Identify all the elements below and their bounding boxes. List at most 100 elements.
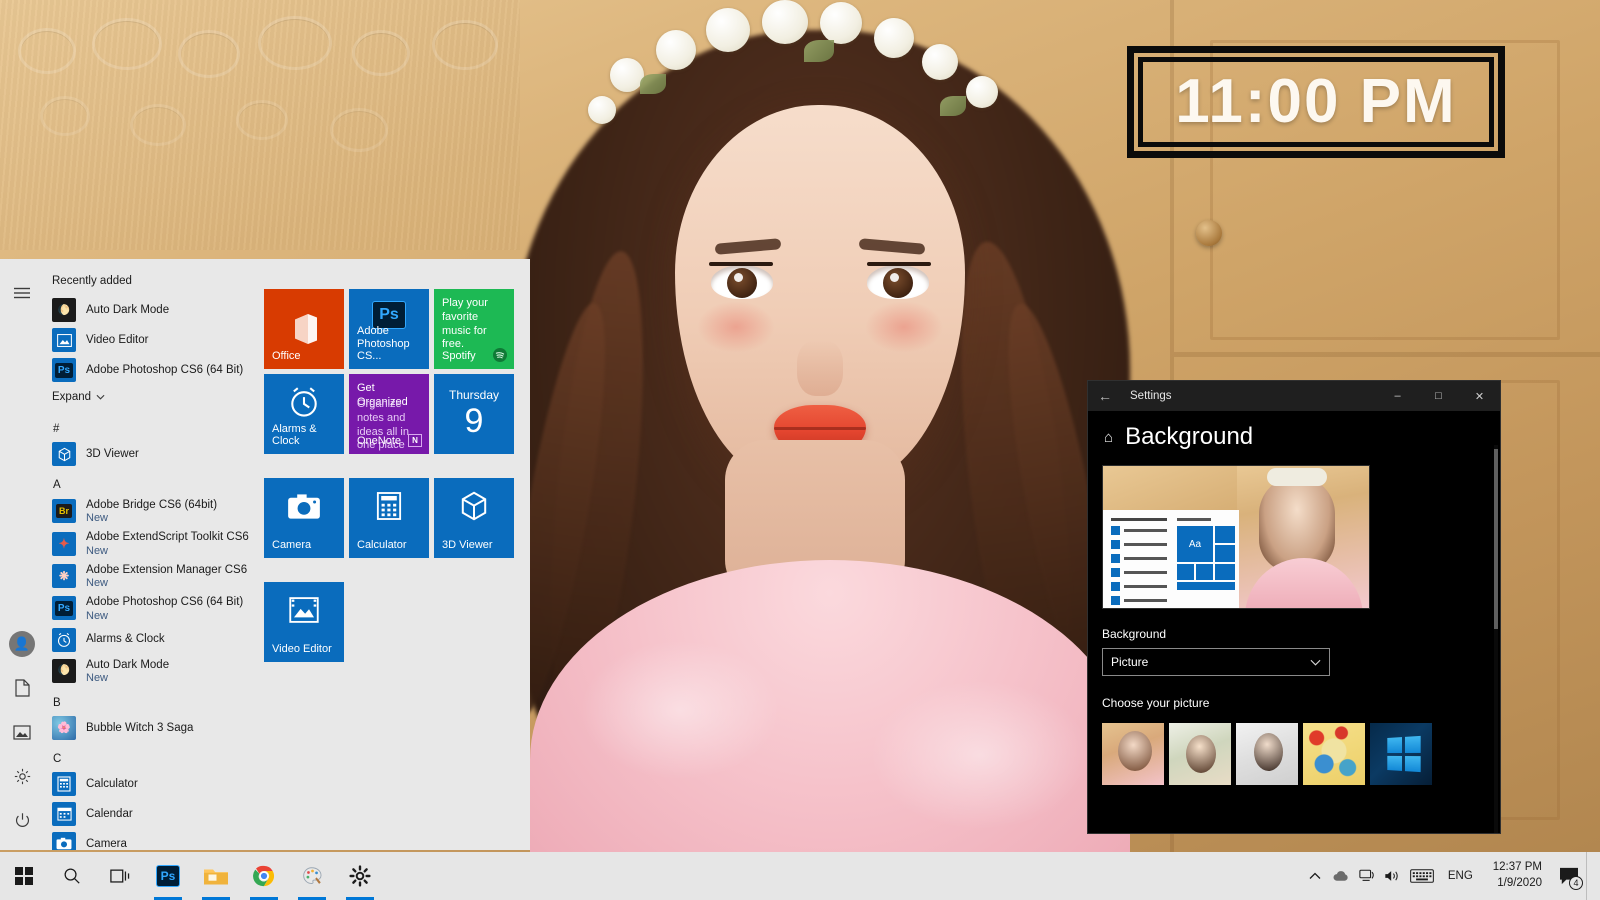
wall-swirl: [330, 108, 388, 152]
power-icon[interactable]: [0, 798, 44, 842]
tile-3d-viewer[interactable]: 3D Viewer: [434, 478, 514, 558]
tile-row: Camera Calculator 3D Viewer: [264, 478, 516, 558]
thumbnail-wallpaper-floral-art[interactable]: [1303, 723, 1365, 785]
settings-titlebar[interactable]: ← Settings – □ ✕: [1088, 381, 1500, 411]
network-icon[interactable]: [1354, 852, 1380, 900]
list-item[interactable]: Alarms & Clock: [44, 625, 262, 655]
list-item[interactable]: Video Editor: [44, 325, 262, 355]
camera-icon: [52, 831, 76, 850]
list-item[interactable]: ✦ Adobe ExtendScript Toolkit CS6 New: [44, 527, 262, 559]
list-item[interactable]: Br Adobe Bridge CS6 (64bit) New: [44, 495, 262, 527]
wall-swirl: [236, 100, 288, 140]
gear-icon[interactable]: [0, 754, 44, 798]
start-menu-tiles[interactable]: Office Ps Adobe Photoshop CS... Play you…: [262, 259, 530, 850]
alpha-heading[interactable]: #: [44, 413, 262, 439]
search-button[interactable]: [48, 852, 96, 900]
background-type-dropdown[interactable]: Picture: [1102, 648, 1330, 676]
start-menu-rail: 👤: [0, 259, 44, 850]
list-item[interactable]: 🌔 Auto Dark Mode: [44, 295, 262, 325]
list-item[interactable]: Camera: [44, 829, 262, 850]
task-view-button[interactable]: [96, 852, 144, 900]
tile-alarms-clock[interactable]: Alarms & Clock: [264, 374, 344, 454]
alpha-heading[interactable]: A: [44, 469, 262, 495]
tile-camera[interactable]: Camera: [264, 478, 344, 558]
picture-thumbnail-list: [1088, 717, 1500, 785]
speaker-icon[interactable]: [1380, 852, 1406, 900]
settings-body: ⌂ Background Aa Background Picture Choos…: [1088, 411, 1500, 833]
show-desktop-button[interactable]: [1586, 852, 1594, 900]
picture-icon[interactable]: [0, 710, 44, 754]
taskbar-app-paint[interactable]: [288, 852, 336, 900]
language-indicator[interactable]: ENG: [1438, 852, 1483, 900]
list-item[interactable]: Ps Adobe Photoshop CS6 (64 Bit): [44, 355, 262, 385]
start-menu-app-list[interactable]: Recently added 🌔 Auto Dark Mode Video Ed…: [44, 259, 262, 850]
taskbar[interactable]: Ps ENG 12:37 PM 1/9/2020 4: [0, 852, 1600, 900]
close-button[interactable]: ✕: [1459, 381, 1500, 411]
bubble-witch-icon: 🌸: [52, 715, 76, 740]
taskbar-app-photoshop[interactable]: Ps: [144, 852, 192, 900]
list-item-sub: New: [86, 609, 109, 622]
thumbnail-wallpaper-windows-default[interactable]: [1370, 723, 1432, 785]
list-item[interactable]: Calculator: [44, 769, 262, 799]
expand-button[interactable]: Expand: [44, 385, 262, 413]
preview-photo: [1237, 466, 1369, 608]
moon-icon: 🌔: [52, 298, 76, 322]
alpha-heading[interactable]: B: [44, 687, 262, 713]
start-menu[interactable]: 👤 Recently added 🌔 Auto Dark Mode Video …: [0, 259, 530, 850]
action-center-button[interactable]: 4: [1552, 852, 1586, 900]
list-item-sub: New: [86, 577, 109, 590]
tile-spotify[interactable]: Play your favorite music for free. Spoti…: [434, 289, 514, 369]
tile-office[interactable]: Office: [264, 289, 344, 369]
camera-icon: [264, 478, 344, 534]
start-button[interactable]: [0, 852, 48, 900]
list-item[interactable]: Ps Adobe Photoshop CS6 (64 Bit) New: [44, 592, 262, 624]
list-item[interactable]: Calendar: [44, 799, 262, 829]
clock-widget-frame: 11:00 PM: [1138, 57, 1494, 147]
document-icon[interactable]: [0, 666, 44, 710]
taskbar-app-file-explorer[interactable]: [192, 852, 240, 900]
task-view-icon: [110, 869, 130, 883]
list-item-label: Video Editor: [86, 333, 149, 346]
crown-flower: [966, 76, 998, 108]
taskbar-app-chrome[interactable]: [240, 852, 288, 900]
cloud-icon[interactable]: [1328, 852, 1354, 900]
settings-window[interactable]: ← Settings – □ ✕ ⌂ Background Aa Backgro…: [1088, 381, 1500, 833]
bridge-icon: Br: [52, 499, 76, 524]
settings-scrollbar-thumb[interactable]: [1494, 449, 1498, 629]
paint-icon: [302, 867, 321, 884]
list-item[interactable]: 🌔 Auto Dark Mode New: [44, 655, 262, 687]
search-icon: [64, 868, 80, 884]
photoshop-icon: Ps: [52, 358, 76, 382]
tile-label: Adobe Photoshop CS...: [357, 325, 410, 363]
desktop-clock-widget[interactable]: 11:00 PM: [1127, 46, 1505, 158]
taskbar-clock[interactable]: 12:37 PM 1/9/2020: [1483, 852, 1552, 900]
calculator-icon: [349, 478, 429, 534]
tile-calendar[interactable]: Thursday 9: [434, 374, 514, 454]
moon-icon: 🌔: [52, 658, 76, 683]
thumbnail-wallpaper-portrait-hat[interactable]: [1169, 723, 1231, 785]
home-icon[interactable]: ⌂: [1104, 429, 1113, 446]
tile-onenote[interactable]: Get Organized Organize notes and ideas a…: [349, 374, 429, 454]
thumbnail-wallpaper-portrait-flowercrown[interactable]: [1102, 723, 1164, 785]
tile-label: Office: [272, 350, 301, 363]
list-item-label: Adobe Bridge CS6 (64bit): [86, 499, 218, 511]
tile-video-editor[interactable]: Video Editor: [264, 582, 344, 662]
back-arrow-icon[interactable]: ←: [1088, 381, 1122, 411]
maximize-button[interactable]: □: [1418, 381, 1459, 411]
cube-icon: [52, 442, 76, 466]
alpha-heading[interactable]: C: [44, 743, 262, 769]
taskbar-app-settings[interactable]: [336, 852, 384, 900]
user-avatar-icon[interactable]: 👤: [0, 622, 44, 666]
list-item[interactable]: ❋ Adobe Extension Manager CS6 New: [44, 560, 262, 592]
list-item[interactable]: 3D Viewer: [44, 439, 262, 469]
tile-calculator[interactable]: Calculator: [349, 478, 429, 558]
thumbnail-wallpaper-portrait-stripes[interactable]: [1236, 723, 1298, 785]
list-item[interactable]: 🌸 Bubble Witch 3 Saga: [44, 713, 262, 743]
chevron-up-icon[interactable]: [1302, 852, 1328, 900]
tile-photoshop[interactable]: Ps Adobe Photoshop CS...: [349, 289, 429, 369]
eyelash: [709, 262, 773, 266]
hamburger-icon[interactable]: [0, 271, 44, 315]
keyboard-icon[interactable]: [1406, 852, 1438, 900]
minimize-button[interactable]: –: [1377, 381, 1418, 411]
list-item-label: Adobe Extension Manager CS6: [86, 563, 248, 576]
